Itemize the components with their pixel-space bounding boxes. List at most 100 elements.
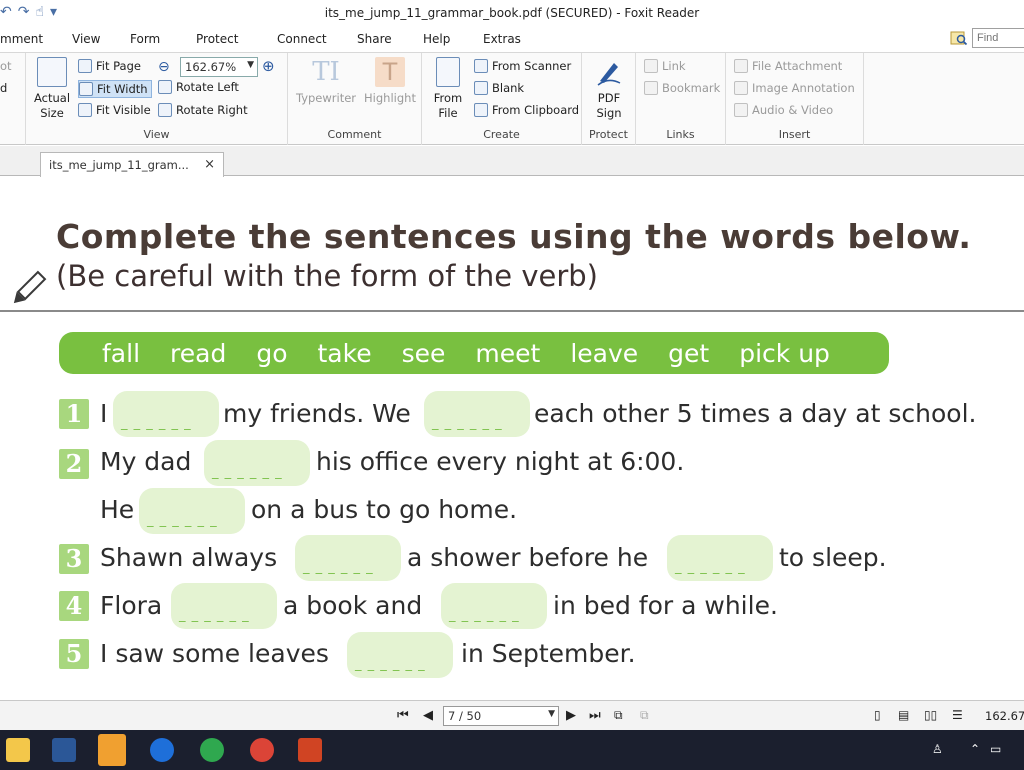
word-bank-item: go (256, 338, 288, 368)
facing-page-icon[interactable]: ▯▯ (924, 708, 937, 722)
pdf-sign-button[interactable]: PDF Sign (586, 57, 632, 121)
tray-expand-icon[interactable]: ⌃ (970, 742, 980, 756)
from-scanner-button[interactable]: From Scanner (474, 59, 571, 73)
file-explorer-icon[interactable] (6, 738, 30, 762)
highlight-icon: T (375, 57, 405, 87)
tab-view[interactable]: View (72, 32, 100, 46)
next-view-icon[interactable]: ⧉ (640, 708, 649, 723)
fit-visible-icon (78, 103, 92, 117)
typewriter-icon: TI (312, 57, 340, 87)
actual-size-button[interactable]: Actual Size (32, 57, 72, 121)
tab-protect[interactable]: Protect (196, 32, 238, 46)
tab-comment[interactable]: mment (0, 32, 43, 46)
word-bank-item: meet (475, 338, 541, 368)
from-file-button[interactable]: From File (428, 57, 468, 121)
group-label-view: View (143, 128, 170, 141)
first-page-icon[interactable]: ⏮ (397, 708, 409, 723)
previous-view-icon[interactable]: ⧉ (614, 708, 623, 723)
rotate-right-icon (158, 103, 172, 117)
sentence-5-part-2: in September. (461, 639, 636, 668)
word-icon[interactable] (52, 738, 76, 762)
actual-size-icon (37, 57, 67, 87)
file-icon (436, 57, 460, 87)
menu-bar: mment View Form Protect Connect Share He… (0, 28, 1024, 52)
zalo-icon[interactable] (150, 738, 174, 762)
answer-blank-1b[interactable] (424, 391, 530, 437)
rotate-right-button[interactable]: Rotate Right (158, 103, 248, 117)
find-icon[interactable] (950, 30, 968, 46)
group-label-links: Links (666, 128, 695, 141)
sentence-4-part-3: in bed for a while. (553, 591, 778, 620)
audio-video-button[interactable]: Audio & Video (734, 103, 833, 117)
sentence-1-part-1: I (100, 399, 108, 428)
fit-visible-button[interactable]: Fit Visible (78, 103, 151, 117)
find-input[interactable] (972, 28, 1024, 48)
close-icon[interactable]: × (204, 157, 215, 172)
chrome-icon[interactable] (250, 738, 274, 762)
answer-blank-3b[interactable] (667, 535, 773, 581)
foxit-reader-icon[interactable] (98, 734, 126, 766)
clipboard-icon (474, 103, 488, 117)
word-bank-item: get (668, 338, 710, 368)
ribbon-group-links: Link Bookmark Links (636, 53, 726, 145)
document-page: Complete the sentences using the words b… (0, 177, 1024, 699)
sentence-3-part-3: to sleep. (779, 543, 887, 572)
sentence-3-part-2: a shower before he (407, 543, 649, 572)
tab-share[interactable]: Share (357, 32, 392, 46)
page-number-input[interactable]: 7 / 50 ▼ (443, 706, 559, 726)
ribbon-group-cut: ot d (0, 53, 26, 145)
image-icon (734, 81, 748, 95)
answer-blank-3a[interactable] (295, 535, 401, 581)
typewriter-button[interactable]: TI Typewriter (294, 57, 358, 106)
file-attachment-button[interactable]: File Attachment (734, 59, 842, 73)
question-number-3: 3 (59, 544, 89, 574)
answer-blank-4b[interactable] (441, 583, 547, 629)
question-number-2: 2 (59, 449, 89, 479)
tab-connect[interactable]: Connect (277, 32, 327, 46)
answer-blank-2b[interactable] (139, 488, 245, 534)
sentence-2b-part-2: on a bus to go home. (251, 495, 518, 524)
last-page-icon[interactable]: ⏭ (589, 708, 601, 723)
network-icon[interactable]: ▭ (990, 742, 1001, 756)
tab-extras[interactable]: Extras (483, 32, 521, 46)
previous-page-icon[interactable]: ◀ (423, 708, 433, 723)
answer-blank-2[interactable] (204, 440, 310, 486)
powerpoint-icon[interactable] (298, 738, 322, 762)
zoom-select[interactable]: 162.67% ▼ (180, 57, 258, 77)
continuous-page-icon[interactable]: ▤ (898, 708, 909, 722)
next-page-icon[interactable]: ▶ (566, 708, 576, 723)
zoom-out-icon[interactable]: ⊖ (158, 59, 170, 75)
fit-page-button[interactable]: Fit Page (78, 59, 141, 73)
taskbar: ♙ ⌃ ▭ (0, 730, 1024, 770)
zoom-in-icon[interactable]: ⊕ (262, 57, 275, 75)
tab-help[interactable]: Help (423, 32, 450, 46)
answer-blank-4a[interactable] (171, 583, 277, 629)
image-annotation-button[interactable]: Image Annotation (734, 81, 855, 95)
single-page-icon[interactable]: ▯ (874, 708, 881, 722)
link-button[interactable]: Link (644, 59, 686, 73)
from-clipboard-button[interactable]: From Clipboard (474, 103, 579, 117)
document-tab[interactable]: its_me_jump_11_gram... × (40, 152, 224, 177)
word-bank-item: read (170, 338, 227, 368)
highlight-button[interactable]: T Highlight (360, 57, 420, 106)
answer-blank-5[interactable] (347, 632, 453, 678)
continuous-facing-icon[interactable]: ☰ (952, 708, 963, 722)
people-icon[interactable]: ♙ (932, 742, 943, 756)
answer-blank-1a[interactable] (113, 391, 219, 437)
coccoc-icon[interactable] (200, 738, 224, 762)
word-bank-item: take (317, 338, 372, 368)
document-tab-strip: its_me_jump_11_gram... × (0, 146, 1024, 177)
page-subheading: (Be careful with the form of the verb) (56, 259, 598, 293)
tab-form[interactable]: Form (130, 32, 160, 46)
chevron-down-icon: ▼ (548, 709, 555, 719)
ribbon-group-insert: File Attachment Image Annotation Audio &… (726, 53, 864, 145)
fit-width-button[interactable]: Fit Width (78, 80, 152, 98)
ribbon-group-comment: TI Typewriter T Highlight Comment (288, 53, 422, 145)
pen-sign-icon (597, 63, 621, 86)
rotate-left-button[interactable]: Rotate Left (158, 80, 239, 94)
sentence-5-part-1: I saw some leaves (100, 639, 329, 668)
link-icon (644, 59, 658, 73)
bookmark-button[interactable]: Bookmark (644, 81, 720, 95)
blank-button[interactable]: Blank (474, 81, 524, 95)
cut-off-dropdown[interactable]: d (0, 81, 7, 95)
